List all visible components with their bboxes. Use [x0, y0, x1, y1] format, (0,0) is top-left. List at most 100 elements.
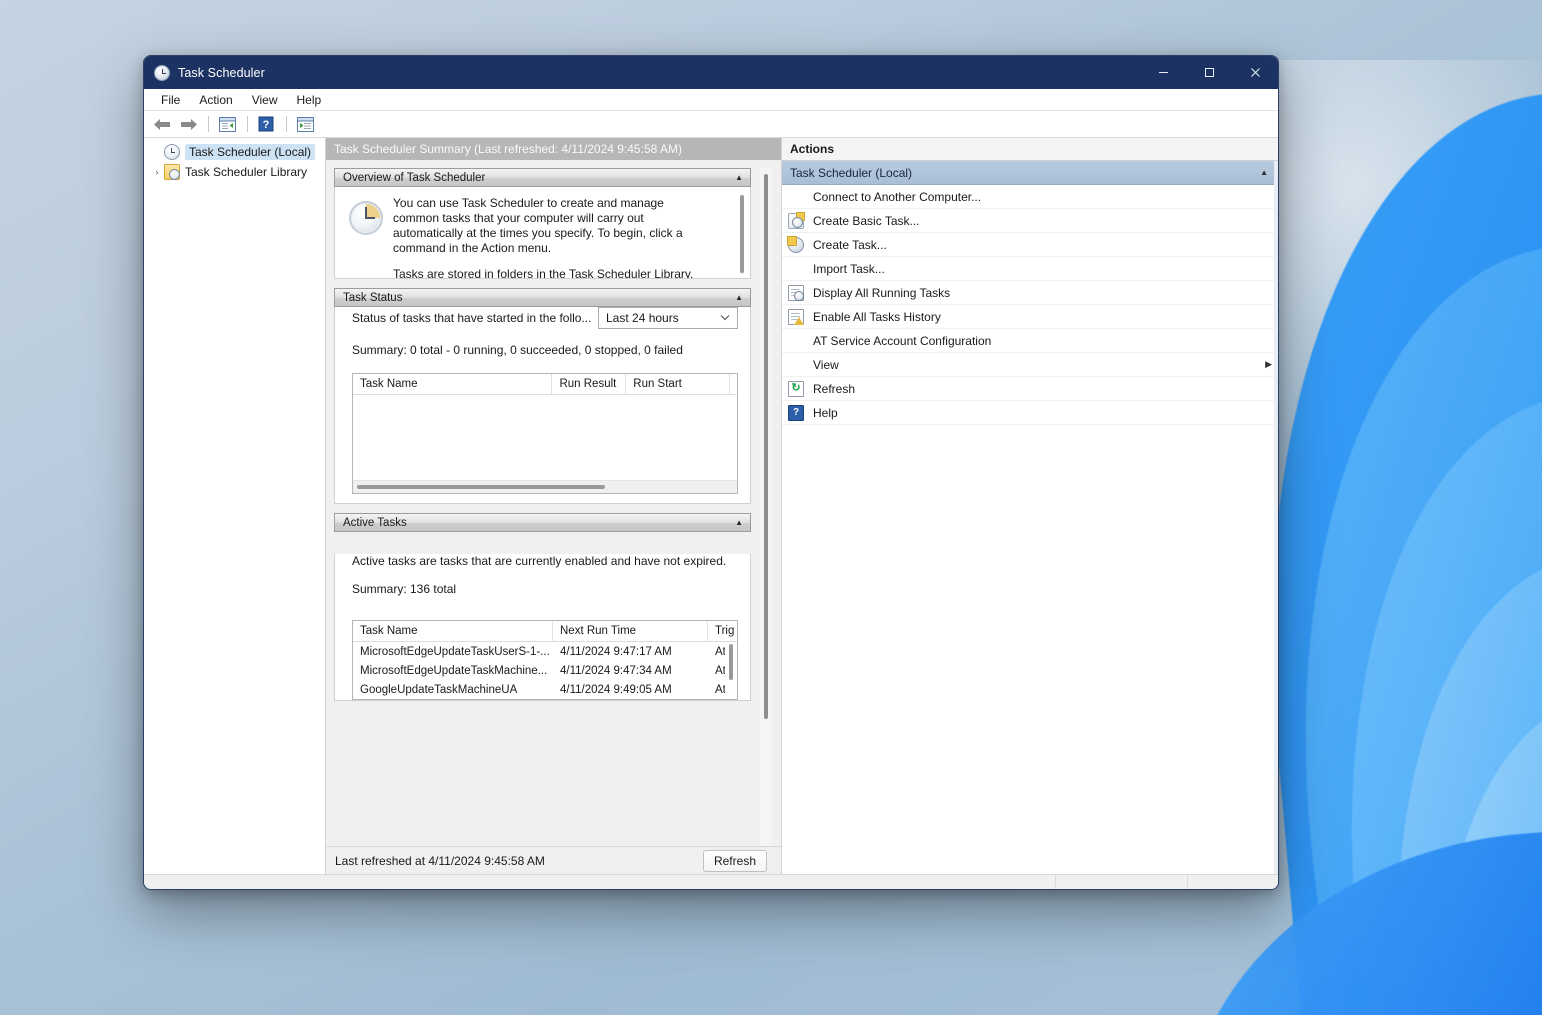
action-label: AT Service Account Configuration	[813, 333, 992, 348]
menu-view[interactable]: View	[243, 91, 287, 109]
title-bar: Task Scheduler	[144, 56, 1278, 89]
overview-panel-title: Overview of Task Scheduler	[343, 171, 486, 184]
toolbar-separator-3	[286, 116, 287, 132]
console-tree-pane: Task Scheduler (Local) › Task Scheduler …	[144, 138, 326, 874]
active-tasks-grid-header: Task Name Next Run Time Trig	[353, 621, 737, 642]
action-label: Connect to Another Computer...	[813, 189, 982, 204]
action-label: Create Task...	[813, 237, 887, 252]
active-tasks-panel-header[interactable]: Active Tasks ▲	[334, 513, 751, 532]
overview-panel-header[interactable]: Overview of Task Scheduler ▲	[334, 168, 751, 187]
active-tasks-grid: Task Name Next Run Time Trig MicrosoftEd…	[352, 620, 738, 700]
task-status-summary: Summary: 0 total - 0 running, 0 succeede…	[352, 343, 683, 357]
menu-file[interactable]: File	[152, 91, 189, 109]
tree-item-label: Task Scheduler Library	[185, 165, 308, 179]
actions-group-title: Task Scheduler (Local)	[790, 165, 913, 180]
time-period-dropdown[interactable]: Last 24 hours	[598, 307, 738, 329]
menu-bar: File Action View Help	[144, 89, 1278, 111]
table-row[interactable]: GoogleUpdateTaskMachineUA 4/11/2024 9:49…	[353, 680, 737, 699]
task-status-hscrollbar[interactable]	[353, 480, 737, 493]
overview-panel: Overview of Task Scheduler ▲ You can use…	[334, 168, 751, 279]
column-header-next-run-time[interactable]: Next Run Time	[553, 621, 708, 641]
action-enable-all-tasks-history[interactable]: Enable All Tasks History	[782, 305, 1278, 329]
column-header-triggers[interactable]: Trig	[708, 621, 737, 641]
actions-pane: Actions Task Scheduler (Local) ▲ Connect…	[782, 138, 1278, 874]
action-label: Import Task...	[813, 261, 885, 276]
create-basic-task-icon	[788, 211, 805, 229]
tree-item-label: Task Scheduler (Local)	[185, 144, 316, 160]
table-row[interactable]: MicrosoftEdgeUpdateTaskMachine... 4/11/2…	[353, 661, 737, 680]
summary-header: Task Scheduler Summary (Last refreshed: …	[326, 138, 781, 160]
window-controls	[1140, 56, 1278, 89]
window-status-bar	[144, 874, 1278, 889]
action-label: Create Basic Task...	[813, 213, 920, 228]
refresh-button[interactable]: Refresh	[702, 849, 767, 872]
active-tasks-summary: Summary: 136 total	[352, 582, 457, 596]
summary-scroll-area: Overview of Task Scheduler ▲ You can use…	[326, 160, 781, 846]
maximize-icon[interactable]	[1186, 56, 1232, 89]
show-action-pane-icon[interactable]	[293, 113, 317, 135]
action-help[interactable]: ? Help	[782, 401, 1278, 425]
clock-icon	[154, 64, 170, 81]
chevron-right-icon[interactable]: ›	[150, 167, 164, 177]
collapse-icon[interactable]: ▲	[735, 293, 743, 302]
back-arrow-icon[interactable]	[150, 113, 174, 135]
window-body: Task Scheduler (Local) › Task Scheduler …	[144, 138, 1278, 874]
action-view[interactable]: View ▶	[782, 353, 1278, 377]
action-connect-to-another-computer[interactable]: Connect to Another Computer...	[782, 185, 1278, 209]
tree-item-task-scheduler-local[interactable]: Task Scheduler (Local)	[144, 142, 325, 162]
actions-group-header[interactable]: Task Scheduler (Local) ▲	[782, 161, 1278, 185]
minimize-icon[interactable]	[1140, 56, 1186, 89]
task-status-panel-header[interactable]: Task Status ▲	[334, 288, 751, 307]
active-tasks-grid-rows: MicrosoftEdgeUpdateTaskUserS-1-... 4/11/…	[353, 642, 737, 699]
column-header-task-name[interactable]: Task Name	[353, 621, 553, 641]
cell-task-name: GoogleUpdateTaskMachineUA	[360, 683, 518, 696]
window-title: Task Scheduler	[178, 65, 265, 80]
summary-vscroll-thumb[interactable]	[764, 174, 768, 719]
action-refresh[interactable]: ↻ Refresh	[782, 377, 1278, 401]
task-status-filter-row: Status of tasks that have started in the…	[335, 307, 750, 329]
actions-vertical-scrollbar[interactable]	[1274, 161, 1278, 874]
overview-scrollbar-thumb[interactable]	[740, 195, 744, 273]
active-tasks-vscroll-thumb[interactable]	[729, 644, 733, 680]
menu-help[interactable]: Help	[288, 91, 331, 109]
chevron-down-icon	[720, 313, 730, 323]
menu-action[interactable]: Action	[190, 91, 241, 109]
column-header-task-name[interactable]: Task Name	[353, 374, 553, 394]
tree-item-task-scheduler-library[interactable]: › Task Scheduler Library	[144, 162, 325, 182]
toolbar-separator-2	[247, 116, 248, 132]
no-icon	[788, 357, 804, 373]
no-icon	[788, 261, 804, 277]
forward-arrow-icon[interactable]	[176, 113, 200, 135]
help-icon: ?	[788, 404, 804, 421]
collapse-icon[interactable]: ▲	[735, 173, 743, 182]
table-row[interactable]: MicrosoftEdgeUpdateTaskUserS-1-... 4/11/…	[353, 642, 737, 661]
action-create-basic-task[interactable]: Create Basic Task...	[782, 209, 1278, 233]
overview-scrollbar-track[interactable]	[740, 195, 744, 274]
collapse-icon[interactable]: ▲	[735, 518, 743, 527]
refresh-icon: ↻	[788, 380, 804, 397]
action-label: Display All Running Tasks	[813, 285, 951, 300]
close-icon[interactable]	[1232, 56, 1278, 89]
column-header-run-start[interactable]: Run Start	[626, 374, 730, 394]
clock-icon	[164, 144, 180, 160]
clock-icon	[349, 201, 383, 235]
center-pane: Task Scheduler Summary (Last refreshed: …	[326, 138, 782, 874]
column-header-run-result[interactable]: Run Result	[552, 374, 627, 394]
column-header-run-end[interactable]: Ru	[730, 374, 737, 394]
action-create-task[interactable]: Create Task...	[782, 233, 1278, 257]
active-tasks-description: Active tasks are tasks that are currentl…	[352, 554, 727, 568]
action-at-service-account-configuration[interactable]: AT Service Account Configuration	[782, 329, 1278, 353]
task-scheduler-window: Task Scheduler File Action View Help ? T…	[143, 55, 1279, 890]
help-icon[interactable]: ?	[254, 113, 278, 135]
submenu-arrow-icon: ▶	[1265, 359, 1272, 369]
action-label: Help	[813, 405, 838, 420]
action-display-all-running-tasks[interactable]: Display All Running Tasks	[782, 281, 1278, 305]
task-status-hscroll-thumb[interactable]	[357, 485, 605, 489]
active-tasks-vscrollbar[interactable]	[725, 642, 736, 698]
summary-vertical-scrollbar[interactable]	[758, 168, 772, 846]
running-tasks-icon	[788, 284, 804, 301]
action-import-task[interactable]: Import Task...	[782, 257, 1278, 281]
create-task-icon	[787, 235, 804, 253]
show-hide-tree-icon[interactable]	[215, 113, 239, 135]
collapse-icon[interactable]: ▲	[1260, 168, 1268, 177]
